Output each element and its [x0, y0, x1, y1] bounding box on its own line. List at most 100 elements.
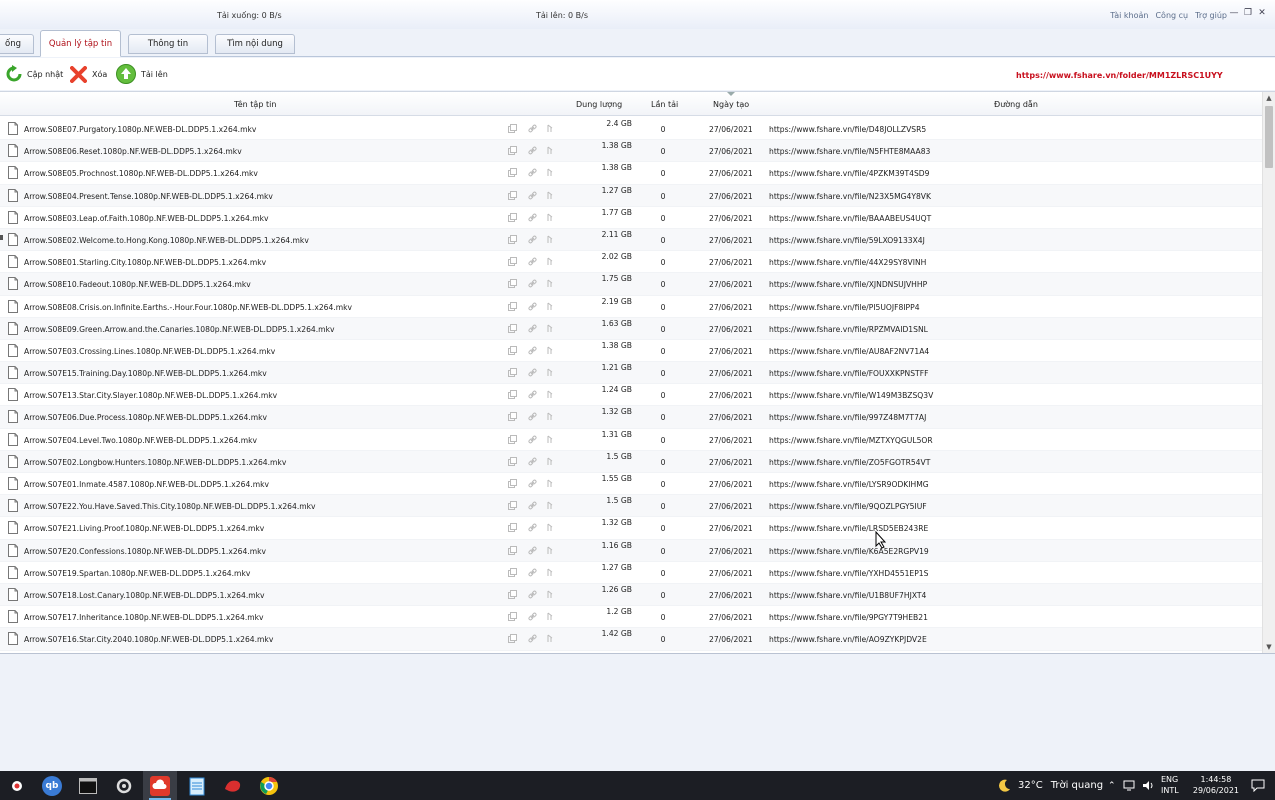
file-link[interactable]: https://www.fshare.vn/file/YXHD4551EP1S	[769, 569, 928, 578]
copy-icon[interactable]	[508, 345, 517, 355]
copy-icon[interactable]	[508, 234, 517, 244]
table-row[interactable]: Arrow.S08E03.Leap.of.Faith.1080p.NF.WEB-…	[0, 207, 1262, 229]
copy-icon[interactable]	[508, 168, 517, 178]
scroll-thumb[interactable]	[1265, 106, 1273, 168]
tab-partial[interactable]: ống	[0, 34, 34, 54]
copy-icon[interactable]	[508, 479, 517, 488]
link-icon[interactable]	[528, 435, 537, 444]
share-icon[interactable]	[546, 124, 555, 133]
share-icon[interactable]	[546, 412, 555, 421]
link-icon[interactable]	[528, 634, 537, 643]
table-row[interactable]: Arrow.S07E01.Inmate.4587.1080p.NF.WEB-DL…	[0, 473, 1262, 496]
copy-icon[interactable]	[508, 412, 517, 422]
copy-icon[interactable]	[508, 390, 517, 400]
menu-tools[interactable]: Công cụ	[1155, 11, 1188, 20]
file-link[interactable]: https://www.fshare.vn/file/K6A5E2RGPV19	[769, 547, 929, 556]
copy-icon[interactable]	[508, 434, 517, 444]
link-icon[interactable]	[528, 191, 537, 200]
file-link[interactable]: https://www.fshare.vn/file/44X29SY8VINH	[769, 258, 926, 267]
copy-icon[interactable]	[508, 612, 517, 622]
share-icon[interactable]	[546, 523, 555, 532]
copy-icon[interactable]	[508, 567, 517, 577]
copy-icon[interactable]	[508, 501, 517, 511]
share-icon[interactable]	[546, 168, 555, 177]
copy-icon[interactable]	[508, 124, 517, 133]
menu-account[interactable]: Tài khoản	[1110, 11, 1148, 20]
table-row[interactable]: Arrow.S07E03.Crossing.Lines.1080p.NF.WEB…	[0, 340, 1262, 363]
volume-icon[interactable]	[1142, 780, 1154, 791]
table-row[interactable]: Arrow.S08E04.Present.Tense.1080p.NF.WEB-…	[0, 184, 1262, 207]
copy-icon[interactable]	[508, 146, 517, 156]
link-icon[interactable]	[528, 457, 537, 466]
link-icon[interactable]	[528, 390, 537, 399]
table-row[interactable]: Arrow.S08E01.Starling.City.1080p.NF.WEB-…	[0, 251, 1262, 274]
close-button[interactable]: ✕	[1257, 8, 1267, 18]
file-link[interactable]: https://www.fshare.vn/file/MZTXYQGUL5OR	[769, 436, 933, 445]
table-row[interactable]: Arrow.S07E02.Longbow.Hunters.1080p.NF.WE…	[0, 450, 1262, 473]
table-row[interactable]: Arrow.S07E19.Spartan.1080p.NF.WEB-DL.DDP…	[0, 562, 1262, 584]
copy-icon[interactable]	[508, 212, 517, 222]
table-row[interactable]: Arrow.S08E08.Crisis.on.Infinite.Earths.-…	[0, 296, 1262, 318]
share-icon[interactable]	[546, 612, 555, 621]
file-link[interactable]: https://www.fshare.vn/file/AO9ZYKPJDV2E	[769, 635, 927, 644]
header-downloads[interactable]: Lần tải	[651, 100, 678, 109]
link-icon[interactable]	[528, 546, 537, 555]
tab-search-content[interactable]: Tìm nội dung	[215, 34, 295, 54]
table-row[interactable]: Arrow.S07E06.Due.Process.1080p.NF.WEB-DL…	[0, 406, 1262, 429]
file-link[interactable]: https://www.fshare.vn/file/997Z48M7T7AJ	[769, 413, 926, 422]
file-link[interactable]: https://www.fshare.vn/file/LRSD5EB243RE	[769, 524, 928, 533]
vertical-scrollbar[interactable]: ▲ ▼	[1262, 92, 1275, 653]
share-icon[interactable]	[546, 435, 555, 444]
table-row[interactable]: Arrow.S08E02.Welcome.to.Hong.Kong.1080p.…	[0, 228, 1262, 252]
file-link[interactable]: https://www.fshare.vn/file/9QOZLPGY5IUF	[769, 502, 927, 511]
table-row[interactable]: Arrow.S07E16.Star.City.2040.1080p.NF.WEB…	[0, 628, 1262, 651]
copy-icon[interactable]	[508, 301, 517, 311]
clock[interactable]: 1:44:58 29/06/2021	[1193, 774, 1239, 796]
upload-button[interactable]: Tải lên	[116, 63, 168, 85]
link-icon[interactable]	[528, 479, 537, 488]
share-icon[interactable]	[546, 479, 555, 488]
file-link[interactable]: https://www.fshare.vn/file/AU8AF2NV71A4	[769, 347, 929, 356]
file-link[interactable]: https://www.fshare.vn/file/U1B8UF7HJXT4	[769, 591, 926, 600]
share-icon[interactable]	[546, 324, 555, 333]
link-icon[interactable]	[528, 146, 537, 155]
share-icon[interactable]	[546, 346, 555, 355]
link-icon[interactable]	[528, 324, 537, 333]
file-link[interactable]: https://www.fshare.vn/file/ZO5FGOTR54VT	[769, 458, 930, 467]
file-link[interactable]: https://www.fshare.vn/file/RPZMVAID1SNL	[769, 325, 928, 334]
header-link[interactable]: Đường dẫn	[994, 100, 1038, 109]
table-row[interactable]: Arrow.S08E10.Fadeout.1080p.NF.WEB-DL.DDP…	[0, 273, 1262, 296]
file-link[interactable]: https://www.fshare.vn/file/FOUXXKPNSTFF	[769, 369, 928, 378]
table-row[interactable]: Arrow.S07E13.Star.City.Slayer.1080p.NF.W…	[0, 384, 1262, 407]
file-link[interactable]: https://www.fshare.vn/file/XJNDNSUJVHHP	[769, 280, 927, 289]
copy-icon[interactable]	[508, 257, 517, 267]
copy-icon[interactable]	[508, 456, 517, 466]
link-icon[interactable]	[528, 279, 537, 288]
share-icon[interactable]	[546, 213, 555, 222]
language-indicator[interactable]: ENG INTL	[1161, 774, 1179, 796]
weather-widget[interactable]: 32°C Trời quang	[996, 771, 1103, 800]
link-icon[interactable]	[528, 612, 537, 621]
share-icon[interactable]	[546, 501, 555, 510]
share-icon[interactable]	[546, 235, 555, 244]
table-row[interactable]: Arrow.S07E21.Living.Proof.1080p.NF.WEB-D…	[0, 517, 1262, 540]
share-icon[interactable]	[546, 546, 555, 555]
copy-icon[interactable]	[508, 523, 517, 533]
copy-icon[interactable]	[508, 190, 517, 200]
link-icon[interactable]	[528, 412, 537, 421]
header-date[interactable]: Ngày tạo	[713, 100, 749, 109]
file-link[interactable]: https://www.fshare.vn/file/59LXO9133X4J	[769, 236, 925, 245]
link-icon[interactable]	[528, 124, 537, 133]
file-link[interactable]: https://www.fshare.vn/file/BAAABEUS4UQT	[769, 214, 931, 223]
table-row[interactable]: Arrow.S07E20.Confessions.1080p.NF.WEB-DL…	[0, 539, 1262, 562]
share-icon[interactable]	[546, 302, 555, 311]
link-icon[interactable]	[528, 346, 537, 355]
link-icon[interactable]	[528, 257, 537, 266]
minimize-button[interactable]: —	[1229, 8, 1239, 18]
scroll-down-arrow-icon[interactable]: ▼	[1263, 641, 1275, 653]
table-row[interactable]: Arrow.S08E09.Green.Arrow.and.the.Canarie…	[0, 317, 1262, 340]
share-icon[interactable]	[546, 634, 555, 643]
table-row[interactable]: Arrow.S07E17.Inheritance.1080p.NF.WEB-DL…	[0, 606, 1262, 629]
share-icon[interactable]	[546, 457, 555, 466]
notification-icon[interactable]	[1251, 779, 1265, 792]
